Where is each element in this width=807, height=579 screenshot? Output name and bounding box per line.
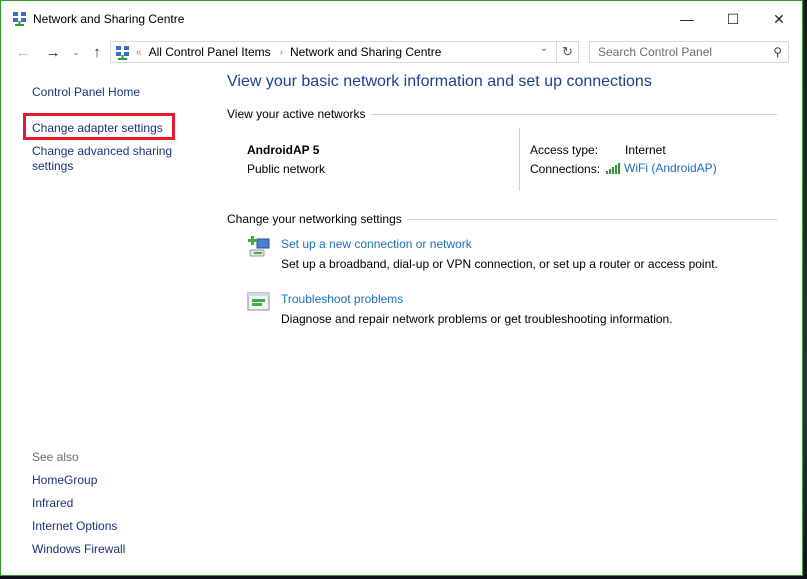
up-button[interactable]: ↑ [87,41,107,63]
homegroup-link[interactable]: HomeGroup [32,473,97,488]
control-panel-icon [116,45,129,60]
breadcrumb-network-sharing-centre[interactable]: Network and Sharing Centre [290,45,441,59]
search-placeholder: Search Control Panel [598,45,713,59]
left-task-pane: Control Panel Home Change adapter settin… [1,67,211,575]
setup-new-connection-link[interactable]: Set up a new connection or network [281,237,472,251]
recent-locations-button[interactable]: ⌄ [69,41,83,63]
section-divider [370,113,777,115]
new-connection-icon [248,236,270,257]
internet-options-link[interactable]: Internet Options [32,519,117,534]
network-sharing-window: Network and Sharing Centre — ☐ ✕ ← → ⌄ ↑… [0,0,803,576]
windows-firewall-link[interactable]: Windows Firewall [32,542,125,557]
back-button[interactable]: ← [11,41,35,63]
active-networks-section-title: View your active networks [227,107,777,121]
wifi-connection-label[interactable]: WiFi (AndroidAP) [624,161,717,175]
section-divider [406,218,777,220]
address-bar[interactable]: « All Control Panel Items › Network and … [110,41,579,63]
infrared-link[interactable]: Infrared [32,496,73,511]
change-settings-title: Change your networking settings [227,212,402,226]
address-dropdown-icon[interactable]: ⌄ [536,43,552,54]
troubleshoot-problems-link[interactable]: Troubleshoot problems [281,292,403,306]
see-also-label: See also [32,450,79,464]
minimize-button[interactable]: — [664,1,710,37]
maximize-button[interactable]: ☐ [710,1,756,37]
troubleshoot-icon [247,292,270,311]
setup-new-connection-description: Set up a broadband, dial-up or VPN conne… [281,257,718,271]
forward-button[interactable]: → [41,41,65,63]
control-panel-home-link[interactable]: Control Panel Home [32,85,140,100]
network-name: AndroidAP 5 [247,143,320,157]
vertical-divider [519,128,520,191]
access-type-value: Internet [625,143,666,157]
access-type-label: Access type: [530,143,599,157]
connections-label: Connections: [530,162,601,176]
change-advanced-sharing-settings-link[interactable]: Change advanced sharing settings [32,144,192,174]
wifi-signal-icon [606,162,620,174]
network-type: Public network [247,162,326,176]
change-settings-section-title: Change your networking settings [227,212,777,226]
address-overflow-button[interactable]: « [136,47,142,58]
main-content: View your basic network information and … [227,67,802,575]
search-input[interactable]: Search Control Panel ⚲ [589,41,789,63]
troubleshoot-problems-description: Diagnose and repair network problems or … [281,312,673,326]
change-adapter-settings-link[interactable]: Change adapter settings [32,121,163,136]
page-heading: View your basic network information and … [227,73,652,90]
search-icon[interactable]: ⚲ [773,45,782,59]
window-title: Network and Sharing Centre [33,12,185,26]
title-bar: Network and Sharing Centre — ☐ ✕ [1,1,802,37]
navigation-bar: ← → ⌄ ↑ « All Control Panel Items › Netw… [1,37,802,67]
refresh-button[interactable]: ↻ [556,42,578,62]
breadcrumb-separator-icon[interactable]: › [280,47,283,58]
network-sharing-icon [13,12,26,26]
breadcrumb-all-control-panel-items[interactable]: All Control Panel Items [149,45,271,59]
close-button[interactable]: ✕ [756,1,802,37]
active-networks-title: View your active networks [227,107,366,121]
wifi-connection-link[interactable]: WiFi (AndroidAP) [606,161,717,175]
